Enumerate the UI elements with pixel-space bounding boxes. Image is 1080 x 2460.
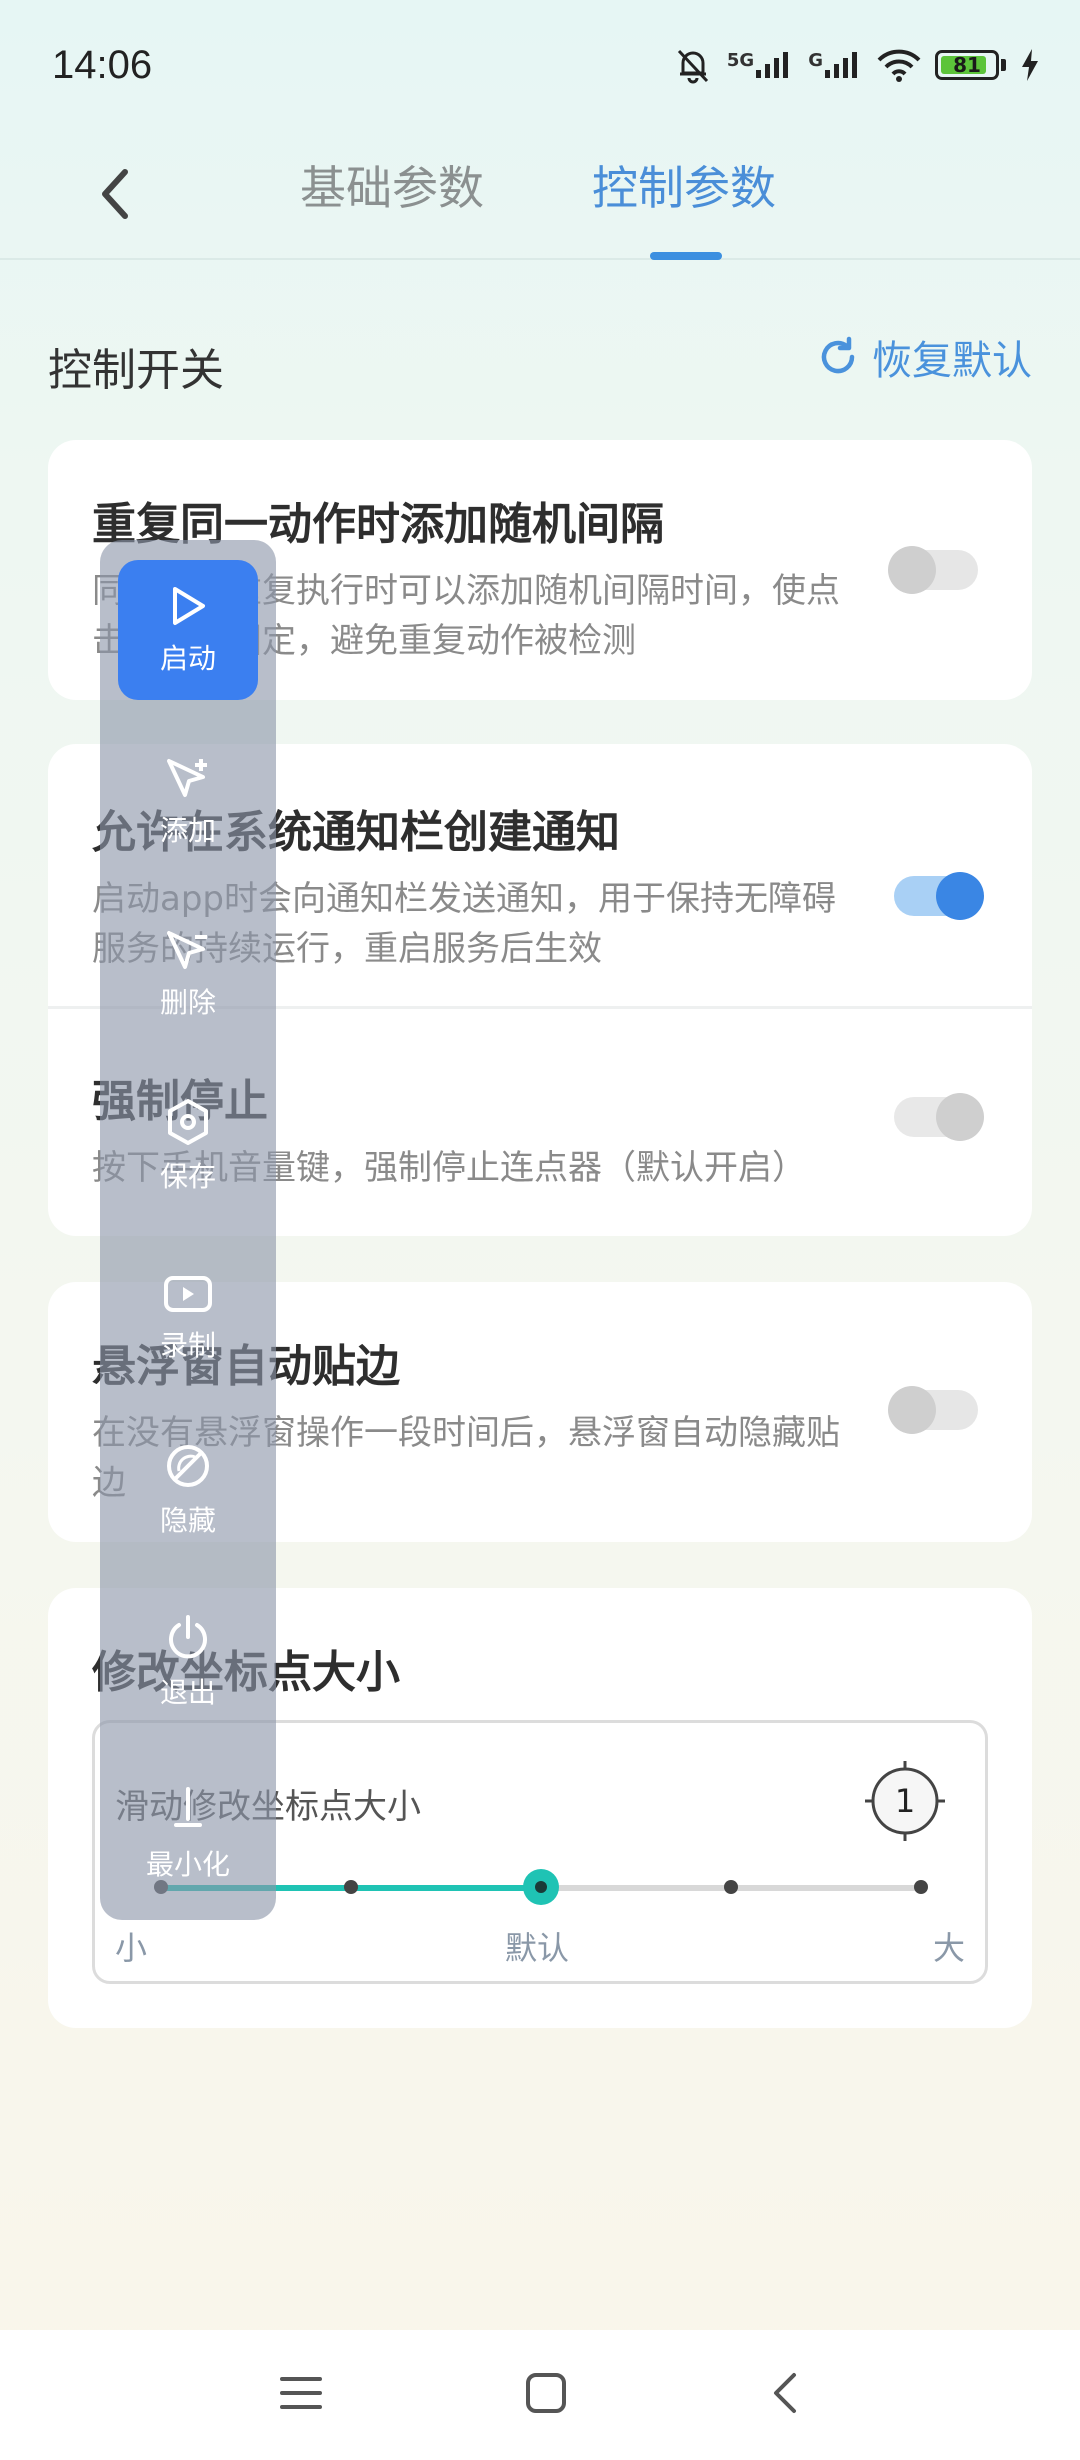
status-bar: 14:06 5G G 81 [0, 0, 1080, 130]
minimize-icon [174, 1787, 202, 1827]
coordinate-marker-preview: 1 [863, 1759, 947, 1843]
hide-icon [167, 1445, 209, 1487]
network-type-2: G [808, 50, 823, 71]
slider-tick[interactable] [724, 1880, 738, 1894]
signal-icon [825, 52, 857, 78]
slider-thumb[interactable] [523, 1869, 559, 1905]
toolbar-record-button[interactable]: 录制 [118, 1248, 258, 1388]
toolbar-label: 保存 [159, 1160, 216, 1193]
restore-default-button[interactable]: 恢复默认 [816, 328, 1032, 386]
force-stop-toggle[interactable] [894, 1093, 984, 1141]
nav-menu-button[interactable] [278, 2373, 324, 2417]
refresh-icon [821, 336, 855, 374]
wifi-icon [877, 49, 921, 82]
toolbar-start-button[interactable]: 启动 [118, 560, 258, 700]
nav-home-button[interactable] [524, 2371, 568, 2419]
slider-default-label: 默认 [505, 1929, 570, 1967]
charging-bolt-icon [1022, 49, 1038, 81]
slider-min-label: 小 [115, 1929, 148, 1967]
system-nav-bar [0, 2330, 1080, 2460]
save-hexagon-icon [168, 1099, 208, 1145]
power-icon [169, 1615, 207, 1659]
restore-default-label: 恢复默认 [872, 338, 1032, 384]
signal-5g: 5G [727, 50, 794, 80]
battery-indicator: 81 [935, 50, 1006, 80]
toolbar-delete-button[interactable]: 删除 [118, 904, 258, 1044]
tab-basic-params[interactable]: 基础参数 [300, 152, 484, 218]
slider-tick[interactable] [914, 1880, 928, 1894]
header: 基础参数 控制参数 [0, 130, 1080, 260]
random-interval-toggle[interactable] [888, 546, 978, 594]
home-square-icon [526, 2373, 566, 2413]
notification-toggle[interactable] [894, 872, 984, 920]
section-title: 控制开关 [48, 345, 224, 396]
menu-icon [280, 2377, 322, 2409]
battery-icon: 81 [935, 50, 999, 80]
signal-icon [756, 52, 789, 78]
toolbar-label: 删除 [159, 986, 216, 1019]
signal-g: G [808, 50, 863, 80]
toolbar-hide-button[interactable]: 隐藏 [118, 1420, 258, 1560]
record-video-icon [164, 1276, 212, 1312]
tab-control-params[interactable]: 控制参数 [592, 152, 776, 218]
add-pointer-icon [167, 759, 207, 797]
floating-toolbar[interactable]: 启动 添加 删除 保存 录制 隐藏 退出 最小化 [100, 540, 276, 1920]
nav-back-button[interactable] [768, 2371, 802, 2419]
remove-pointer-icon [167, 931, 207, 969]
slider-max-label: 大 [932, 1929, 965, 1967]
mute-bell-icon [677, 49, 709, 84]
back-button[interactable] [80, 154, 150, 234]
toolbar-label: 启动 [159, 642, 216, 675]
auto-edge-toggle[interactable] [888, 1386, 978, 1434]
toolbar-label: 录制 [159, 1329, 216, 1362]
toolbar-exit-button[interactable]: 退出 [118, 1592, 258, 1732]
toolbar-minimize-button[interactable]: 最小化 [118, 1764, 258, 1904]
status-icons: 5G G 81 [673, 45, 1040, 85]
play-icon [173, 587, 205, 625]
toolbar-label: 隐藏 [159, 1504, 216, 1537]
network-type-1: 5G [726, 50, 755, 71]
status-time: 14:06 [52, 42, 153, 87]
marker-value: 1 [894, 1782, 916, 1820]
toolbar-add-button[interactable]: 添加 [118, 732, 258, 872]
tab-indicator [650, 252, 722, 260]
back-arrow-icon [774, 2373, 796, 2413]
chevron-left-icon [102, 169, 128, 219]
toolbar-label: 最小化 [145, 1848, 230, 1881]
toolbar-save-button[interactable]: 保存 [118, 1076, 258, 1216]
slider-tick[interactable] [344, 1880, 358, 1894]
toolbar-label: 退出 [159, 1676, 216, 1709]
toolbar-label: 添加 [159, 814, 216, 847]
battery-level: 81 [953, 53, 981, 77]
